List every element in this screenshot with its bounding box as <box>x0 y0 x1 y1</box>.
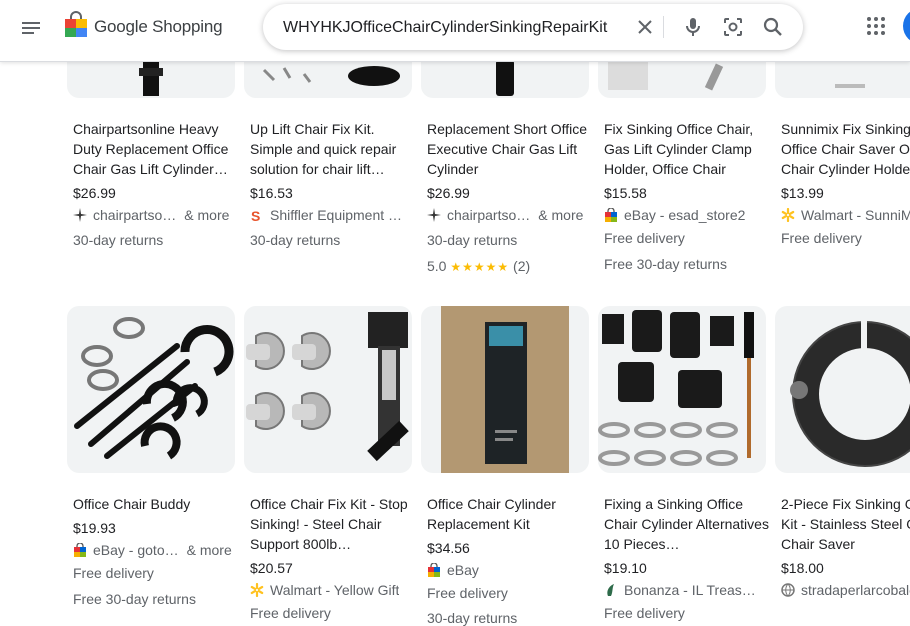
more-sellers-link[interactable]: & more <box>538 207 583 223</box>
more-sellers-link[interactable]: & more <box>187 542 232 558</box>
seller-name: chairpartso… <box>93 207 177 223</box>
search-input[interactable] <box>283 17 618 39</box>
seller-name: chairpartso… <box>447 207 531 223</box>
apps-grid-icon[interactable] <box>864 14 888 38</box>
shipping-info: Free delivery <box>604 230 685 246</box>
product-price: $19.10 <box>604 560 647 576</box>
product-title[interactable]: Sunnimix Fix Sinking Office Chair Saver … <box>781 119 910 179</box>
product-title[interactable]: Up Lift Chair Fix Kit. Simple and quick … <box>250 119 418 179</box>
seller-info[interactable]: eBay - esad_store2 <box>604 207 772 223</box>
shiffler-logo-icon: S <box>250 208 264 222</box>
camera-lens-icon[interactable] <box>721 15 745 39</box>
seller-name: Walmart - SunniMix <box>801 207 910 223</box>
shipping-info: Free delivery <box>73 565 154 581</box>
chairparts-logo-icon <box>73 208 87 222</box>
product-price: $15.58 <box>604 185 647 201</box>
product-title[interactable]: Fixing a Sinking Office Chair Cylinder A… <box>604 494 772 554</box>
google-shopping-bag-icon <box>64 10 88 44</box>
seller-name: eBay <box>447 562 479 578</box>
seller-info[interactable]: eBay <box>427 562 595 578</box>
shipping-info: Free delivery <box>604 605 685 621</box>
seller-info[interactable]: Walmart - SunniMix <box>781 207 910 223</box>
product-image[interactable] <box>67 306 235 473</box>
seller-info[interactable]: stradaperlarcobaleno <box>781 582 910 598</box>
returns-info: Free 30-day returns <box>73 591 196 607</box>
star-rating-icon: ★★★★★ <box>450 260 510 274</box>
shipping-info: Free delivery <box>781 230 862 246</box>
rating-value: 5.0 <box>427 258 447 274</box>
seller-name: Walmart - Yellow Gift <box>270 582 400 598</box>
product-image[interactable] <box>421 306 589 473</box>
seller-name: eBay - esad_store2 <box>624 207 746 223</box>
close-icon[interactable] <box>633 15 657 39</box>
search-divider <box>663 16 664 38</box>
shipping-info: Free delivery <box>250 605 331 621</box>
seller-info[interactable]: chairpartso… & more <box>73 207 241 223</box>
product-title[interactable]: Office Chair Buddy <box>73 494 241 514</box>
seller-info[interactable]: Walmart - Yellow Gift <box>250 582 418 598</box>
seller-name: stradaperlarcobaleno <box>801 582 910 598</box>
seller-info[interactable]: S Shiffler Equipment … <box>250 207 418 223</box>
app-name: Google Shopping <box>94 17 223 36</box>
globe-icon <box>781 583 795 597</box>
ebay-bag-icon <box>73 543 87 557</box>
seller-info[interactable]: Bonanza - IL Treas… <box>604 582 772 598</box>
product-price: $19.93 <box>73 520 116 536</box>
microphone-icon[interactable] <box>681 15 705 39</box>
product-price: $18.00 <box>781 560 824 576</box>
bonanza-logo-icon <box>604 583 618 597</box>
search-bar <box>263 4 803 50</box>
seller-name: Shiffler Equipment … <box>270 207 403 223</box>
chairparts-logo-icon <box>427 208 441 222</box>
seller-name: Bonanza - IL Treas… <box>624 582 756 598</box>
product-title[interactable]: Office Chair Cylinder Replacement Kit <box>427 494 595 534</box>
ebay-bag-icon <box>427 563 441 577</box>
google-shopping-logo[interactable]: Google Shopping <box>64 10 223 44</box>
review-count: (2) <box>513 258 531 274</box>
more-sellers-link[interactable]: & more <box>184 207 229 223</box>
product-image[interactable] <box>598 306 766 473</box>
product-price: $16.53 <box>250 185 293 201</box>
hamburger-menu-icon[interactable] <box>18 14 46 42</box>
shipping-info: Free delivery <box>427 585 508 601</box>
product-title[interactable]: 2-Piece Fix Sinking Chair Kit - Stainles… <box>781 494 910 554</box>
shipping-info: 30-day returns <box>427 232 518 248</box>
product-title[interactable]: Replacement Short Office Executive Chair… <box>427 119 595 179</box>
avatar[interactable] <box>903 8 910 44</box>
top-bar: Google Shopping <box>0 0 910 62</box>
search-icon[interactable] <box>761 15 785 39</box>
product-price: $26.99 <box>427 185 470 201</box>
shipping-info: 30-day returns <box>73 232 164 248</box>
rating[interactable]: 5.0 ★★★★★ (2) <box>427 258 530 274</box>
product-price: $20.57 <box>250 560 293 576</box>
product-title[interactable]: Fix Sinking Office Chair, Gas Lift Cylin… <box>604 119 772 179</box>
seller-name: eBay - goto… <box>93 542 179 558</box>
svg-text:S: S <box>251 208 260 222</box>
seller-info[interactable]: eBay - goto… & more <box>73 542 241 558</box>
product-price: $26.99 <box>73 185 116 201</box>
ebay-bag-icon <box>604 208 618 222</box>
product-price: $34.56 <box>427 540 470 556</box>
product-title[interactable]: Chairpartsonline Heavy Duty Replacement … <box>73 119 241 179</box>
product-image[interactable] <box>775 306 910 473</box>
returns-info: Free 30-day returns <box>604 256 727 272</box>
product-title[interactable]: Office Chair Fix Kit - Stop Sinking! - S… <box>250 494 418 554</box>
walmart-spark-icon <box>250 583 264 597</box>
returns-info: 30-day returns <box>427 610 518 626</box>
shipping-info: 30-day returns <box>250 232 341 248</box>
seller-info[interactable]: chairpartso… & more <box>427 207 595 223</box>
product-price: $13.99 <box>781 185 824 201</box>
walmart-spark-icon <box>781 208 795 222</box>
product-image[interactable] <box>244 306 412 473</box>
